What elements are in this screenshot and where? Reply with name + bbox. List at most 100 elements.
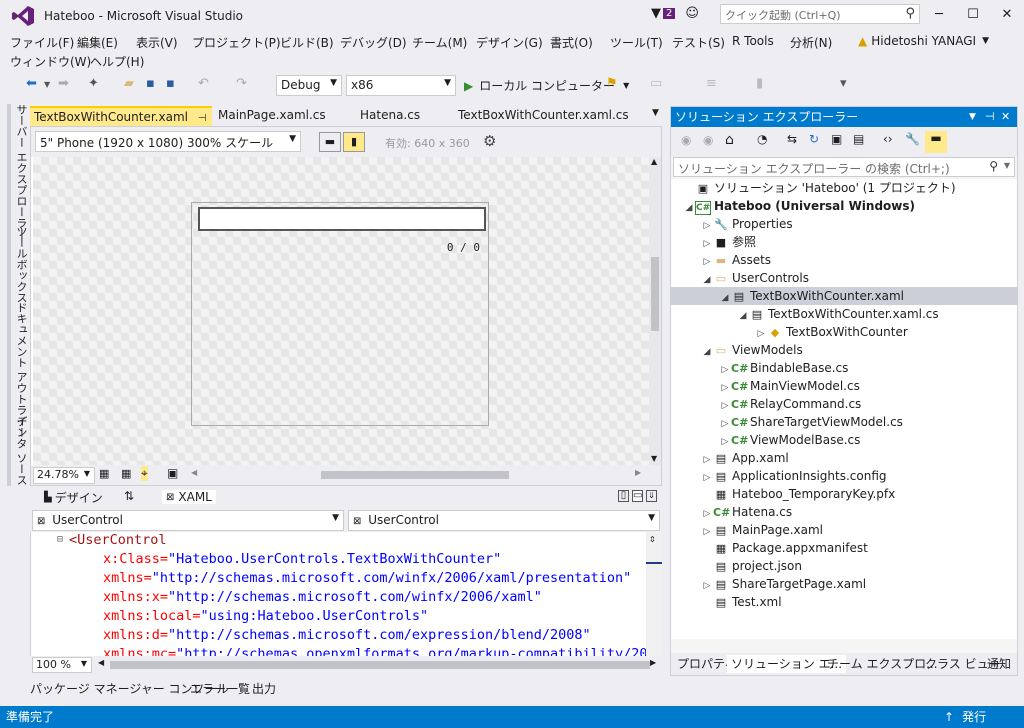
tree-item[interactable]: ▷ ▤ App.xaml bbox=[671, 449, 1017, 467]
tab-hatena-cs[interactable]: Hatena.cs bbox=[356, 106, 424, 126]
xaml-left-select[interactable]: ⊠ UserControl ▼ bbox=[32, 510, 344, 531]
tab-xaml-view[interactable]: ⊠ XAML bbox=[162, 490, 216, 504]
browser-link-icon[interactable]: ⚑ bbox=[606, 76, 618, 91]
tree-item[interactable]: ▷ ■ 参照 bbox=[671, 233, 1017, 251]
properties-icon[interactable]: 🔧 bbox=[905, 132, 920, 146]
scroll-left-icon[interactable]: ◀ bbox=[98, 658, 104, 667]
bookmark-next-icon[interactable]: ▮ bbox=[756, 76, 763, 91]
menu-edit[interactable]: 編集(E) bbox=[77, 34, 118, 51]
scroll-thumb[interactable] bbox=[651, 257, 659, 331]
scroll-right-icon[interactable]: ▶ bbox=[650, 658, 656, 667]
tree-item[interactable]: ▷ C# ViewModelBase.cs bbox=[671, 431, 1017, 449]
menu-build[interactable]: ビルド(B) bbox=[280, 34, 334, 51]
toolbar-overflow-icon[interactable]: ▾ bbox=[840, 76, 847, 91]
tree-item[interactable]: ▦ Package.appxmanifest bbox=[671, 539, 1017, 557]
editor-vertical-scrollbar[interactable]: ⇕ bbox=[646, 532, 662, 656]
split-editor-icon[interactable]: ⇕ bbox=[649, 532, 656, 545]
tree-item[interactable]: ◢ ▤ TextBoxWithCounter.xaml.cs bbox=[671, 305, 1017, 323]
menu-debug[interactable]: デバッグ(D) bbox=[340, 34, 407, 51]
scroll-right-icon[interactable]: ▶ bbox=[635, 468, 641, 477]
tree-item[interactable]: ▷ ▤ MainPage.xaml bbox=[671, 521, 1017, 539]
tree-item[interactable]: ▷ C# BindableBase.cs bbox=[671, 359, 1017, 377]
minimize-button[interactable]: ─ bbox=[922, 0, 956, 30]
xaml-right-select[interactable]: ⊠ UserControl ▼ bbox=[348, 510, 660, 531]
artboard-bg-icon[interactable]: ⌖ bbox=[141, 466, 148, 481]
gear-icon[interactable]: ⚙ bbox=[483, 132, 496, 150]
view-code-icon[interactable]: ‹› bbox=[883, 132, 893, 146]
tree-item[interactable]: ▷ C# ShareTargetViewModel.cs bbox=[671, 413, 1017, 431]
editor-zoom-select[interactable]: 100 % ▼ bbox=[32, 657, 92, 673]
preview-textbox[interactable] bbox=[198, 207, 486, 231]
solution-search-input[interactable]: ソリューション エクスプローラー の検索 (Ctrl+;) ⚲ ▼ bbox=[673, 157, 1015, 177]
tab-error-list[interactable]: エラー一覧 bbox=[190, 680, 250, 697]
tree-item[interactable]: ▣ ソリューション 'Hateboo' (1 プロジェクト) bbox=[671, 179, 1017, 197]
menu-design[interactable]: デザイン(G) bbox=[476, 34, 543, 51]
portrait-icon[interactable]: ▮ bbox=[343, 132, 365, 152]
tab-notifications[interactable]: 通知 bbox=[983, 655, 1015, 673]
account-menu[interactable]: ▲ Hidetoshi YANAGI ▼ bbox=[858, 34, 989, 48]
close-icon[interactable]: ✕ bbox=[1001, 107, 1010, 127]
new-project-icon[interactable]: ✦ bbox=[88, 76, 99, 91]
tree-item[interactable]: ▤ project.json bbox=[671, 557, 1017, 575]
publish-button[interactable]: ↑ 発行 bbox=[944, 706, 986, 728]
chevron-down-icon[interactable]: ▼ bbox=[44, 80, 50, 89]
configuration-select[interactable]: Debug ▼ bbox=[276, 75, 342, 96]
tab-textboxwithcounter-xaml[interactable]: TextBoxWithCounter.xaml ⊣ ✕ bbox=[30, 106, 212, 144]
tab-output[interactable]: 出力 bbox=[252, 680, 276, 697]
tree-item[interactable]: ◢ ▭ UserControls bbox=[671, 269, 1017, 287]
run-button[interactable]: ▶ ローカル コンピューター ▼ bbox=[464, 77, 629, 94]
notifications[interactable]: ▼ 2 ☺ bbox=[651, 6, 699, 21]
menu-analyze[interactable]: 分析(N) bbox=[790, 34, 832, 51]
scroll-left-icon[interactable]: ◀ bbox=[191, 468, 197, 477]
tree-item[interactable]: ▷ 🔧 Properties bbox=[671, 215, 1017, 233]
back-icon[interactable]: ◉ bbox=[681, 133, 691, 147]
tab-mainpage-xaml-cs[interactable]: MainPage.xaml.cs bbox=[214, 106, 330, 126]
tab-data-sources[interactable]: データ ソース bbox=[7, 416, 29, 486]
tree-item[interactable]: ▷ C# Hatena.cs bbox=[671, 503, 1017, 521]
chevron-down-icon[interactable]: ▼ bbox=[1004, 161, 1010, 170]
redo-icon[interactable]: ↷ bbox=[236, 76, 247, 91]
save-all-icon[interactable]: ▪ bbox=[166, 76, 175, 91]
swap-panes-icon[interactable]: ⇅ bbox=[124, 489, 134, 503]
refresh-icon[interactable]: ↻ bbox=[809, 132, 819, 146]
bookmark-icon[interactable]: ▭ bbox=[650, 76, 662, 91]
platform-select[interactable]: x86 ▼ bbox=[346, 75, 456, 96]
snap-icon[interactable]: ▣ bbox=[167, 466, 178, 480]
tab-textboxwithcounter-xaml-cs[interactable]: TextBoxWithCounter.xaml.cs bbox=[454, 106, 633, 126]
close-button[interactable]: ✕ bbox=[990, 0, 1024, 30]
tab-server-explorer[interactable]: サーバー エクスプローラー bbox=[7, 104, 29, 240]
save-icon[interactable]: ▪ bbox=[146, 76, 155, 91]
tab-toolbox[interactable]: ツールボックス bbox=[7, 226, 29, 303]
tree-item[interactable]: ▤ Test.xml bbox=[671, 593, 1017, 611]
collapse-region-icon[interactable]: ⊟ bbox=[57, 534, 63, 545]
menu-help[interactable]: ヘルプ(H) bbox=[90, 53, 144, 70]
tree-item[interactable]: ◢ ▭ ViewModels bbox=[671, 341, 1017, 359]
menu-view[interactable]: 表示(V) bbox=[136, 34, 178, 51]
panel-dropdown-icon[interactable]: ▼ bbox=[969, 107, 976, 127]
tree-item[interactable]: ▷ ▤ ApplicationInsights.config bbox=[671, 467, 1017, 485]
menu-tools[interactable]: ツール(T) bbox=[610, 34, 663, 51]
scroll-up-icon[interactable]: ▲ bbox=[651, 157, 657, 166]
tree-item[interactable]: ▷ ◆ TextBoxWithCounter bbox=[671, 323, 1017, 341]
menu-team[interactable]: チーム(M) bbox=[412, 34, 467, 51]
open-folder-icon[interactable]: ▰ bbox=[124, 76, 134, 91]
maximize-button[interactable]: ☐ bbox=[956, 0, 990, 30]
quick-launch-input[interactable]: クイック起動 (Ctrl+Q) ⚲ bbox=[720, 4, 920, 24]
tree-item[interactable]: ◢ C# Hateboo (Universal Windows) bbox=[671, 197, 1017, 215]
tree-item[interactable]: ▷ C# MainViewModel.cs bbox=[671, 377, 1017, 395]
menu-r-tools[interactable]: R Tools bbox=[732, 34, 774, 48]
scroll-down-icon[interactable]: ▼ bbox=[651, 454, 657, 463]
undo-icon[interactable]: ↶ bbox=[198, 76, 209, 91]
design-canvas[interactable]: 0 / 0 bbox=[33, 157, 649, 465]
tree-item[interactable]: ▷ ▤ ShareTargetPage.xaml bbox=[671, 575, 1017, 593]
sync-icon[interactable]: ⇆ bbox=[787, 132, 797, 146]
forward-icon[interactable]: ◉ bbox=[703, 133, 713, 147]
menu-window[interactable]: ウィンドウ(W) bbox=[10, 53, 91, 70]
horizontal-split-icon[interactable]: ▭ bbox=[632, 490, 643, 502]
editor-h-scroll-thumb[interactable] bbox=[110, 661, 650, 669]
pin-icon[interactable]: ⊣ bbox=[985, 107, 995, 127]
menu-file[interactable]: ファイル(F) bbox=[10, 34, 74, 51]
forward-icon[interactable]: ➡ bbox=[58, 76, 69, 91]
back-icon[interactable]: ⬅ bbox=[26, 76, 37, 91]
tab-design-view[interactable]: ▙ デザイン bbox=[44, 489, 103, 506]
